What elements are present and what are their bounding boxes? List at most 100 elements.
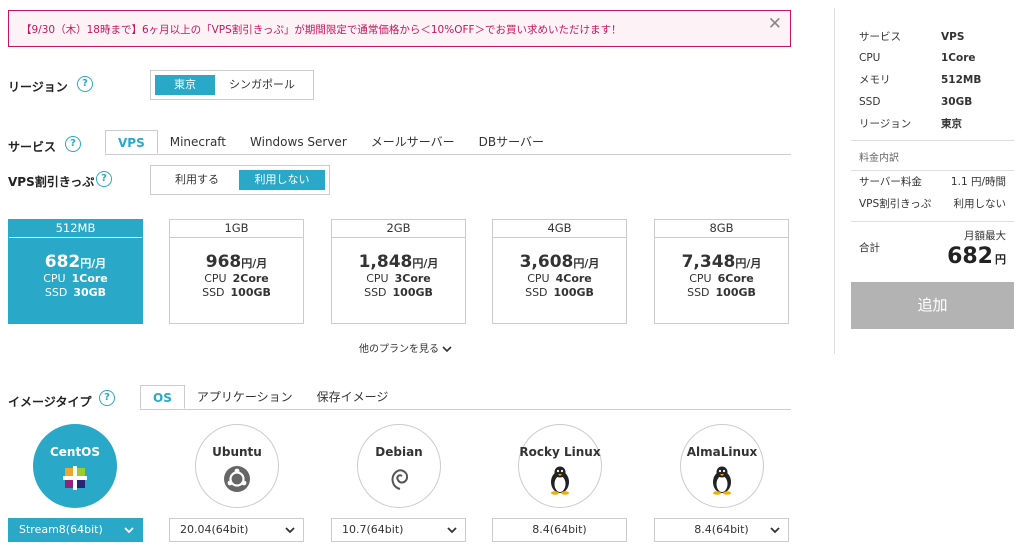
plan-card-8gb[interactable]: 8GB 7,348円/月 CPU 6Core SSD 100GB (654, 219, 789, 324)
chevron-down-icon (285, 527, 295, 534)
plan-memory: 8GB (655, 220, 788, 238)
os-version-select-almalinux[interactable]: 8.4(64bit) (654, 518, 789, 542)
region-label: リージョン (8, 80, 68, 94)
tab-minecraft[interactable]: Minecraft (158, 130, 238, 154)
plan-cpu: CPU 1Core (43, 272, 108, 285)
os-version-select-rocky-linux[interactable]: 8.4(64bit) (492, 518, 627, 542)
plan-card-4gb[interactable]: 4GB 3,608円/月 CPU 4Core SSD 100GB (492, 219, 627, 324)
plan-cpu: CPU 4Core (527, 272, 592, 285)
plan-configurator: 【9/30（木）18時まで】6ヶ月以上の「VPS割引きっぷ」が期間限定で通常価格… (0, 0, 800, 551)
plan-ssd: SSD 100GB (687, 286, 756, 299)
tab-saved-image[interactable]: 保存イメージ (305, 385, 401, 409)
os-version-select-centos[interactable]: Stream8(64bit) (8, 518, 143, 542)
summary-row-memory: メモリ 512MB (859, 73, 982, 87)
os-version-select-ubuntu[interactable]: 20.04(64bit) (169, 518, 304, 542)
fee-row-server: サーバー料金 1.1 円/時間 (859, 176, 1006, 189)
os-option-ubuntu[interactable]: Ubuntu (195, 424, 279, 508)
os-option-debian[interactable]: Debian (357, 424, 441, 508)
tab-application[interactable]: アプリケーション (185, 385, 305, 409)
tux-penguin-icon (551, 466, 569, 495)
tab-windows-server[interactable]: Windows Server (238, 130, 359, 154)
help-icon[interactable]: ? (65, 136, 81, 152)
plan-ssd: SSD 30GB (44, 286, 107, 299)
region-option-tokyo[interactable]: 東京 (155, 75, 215, 95)
plan-cpu: CPU 6Core (689, 272, 754, 285)
discount-option-use[interactable]: 利用する (155, 170, 239, 190)
summary-row-service: サービス VPS (859, 30, 965, 44)
plan-ssd: SSD 100GB (364, 286, 433, 299)
os-version-value: 8.4(64bit) (694, 523, 749, 536)
total-label: 合計 (859, 241, 880, 254)
order-summary: サービス VPS CPU 1Core メモリ 512MB SSD 30GB リー… (851, 8, 1014, 273)
plan-card-512mb[interactable]: 512MB 682円/月 CPU 1Core SSD 30GB (8, 219, 143, 324)
tab-vps[interactable]: VPS (105, 130, 158, 154)
image-type-label: イメージタイプ (8, 395, 92, 409)
fee-breakdown: サーバー料金 1.1 円/時間 VPS割引きっぷ 利用しない (851, 169, 1014, 215)
os-option-almalinux[interactable]: AlmaLinux (680, 424, 764, 508)
plan-price: 3,608円/月 (519, 252, 600, 272)
plan-memory: 2GB (332, 220, 465, 238)
discount-label: VPS割引きっぷ (8, 175, 95, 189)
os-option-rocky-linux[interactable]: Rocky Linux (518, 424, 602, 508)
os-version-value: 10.7(64bit) (342, 523, 404, 536)
region-option-singapore[interactable]: シンガポール (215, 75, 309, 95)
help-icon[interactable]: ? (77, 76, 93, 92)
os-name: CentOS (49, 445, 101, 459)
chevron-down-icon (124, 527, 134, 534)
plan-price: 968円/月 (205, 252, 268, 272)
plan-memory: 4GB (493, 220, 626, 238)
fee-breakdown-title: 料金内訳 (859, 152, 899, 164)
plan-memory: 512MB (9, 220, 142, 238)
summary-row-cpu: CPU 1Core (859, 52, 976, 65)
os-version-value: Stream8(64bit) (19, 523, 103, 536)
chevron-down-icon (442, 346, 452, 353)
os-version-select-debian[interactable]: 10.7(64bit) (331, 518, 466, 542)
chevron-down-icon (770, 527, 780, 534)
plan-cpu: CPU 3Core (366, 272, 431, 285)
plan-price: 1,848円/月 (358, 252, 439, 272)
os-name: Ubuntu (212, 445, 262, 459)
chevron-down-icon (447, 527, 457, 534)
plan-price: 682円/月 (44, 252, 107, 272)
campaign-banner-text: 【9/30（木）18時まで】6ヶ月以上の「VPS割引きっぷ」が期間限定で通常価格… (21, 24, 622, 36)
sidebar-divider (834, 8, 835, 354)
os-name: AlmaLinux (686, 445, 758, 459)
close-icon[interactable]: ✕ (768, 14, 782, 34)
service-label: サービス (8, 140, 57, 154)
campaign-banner: 【9/30（木）18時まで】6ヶ月以上の「VPS割引きっぷ」が期間限定で通常価格… (8, 10, 791, 47)
more-plans-link[interactable]: 他のプランを見る (359, 340, 452, 355)
summary-row-ssd: SSD 30GB (859, 95, 973, 108)
centos-logo-icon (63, 466, 87, 490)
fee-row-discount: VPS割引きっぷ 利用しない (859, 198, 1006, 211)
plan-memory: 1GB (170, 220, 303, 238)
summary-spec-list: サービス VPS CPU 1Core メモリ 512MB SSD 30GB リー… (851, 8, 1014, 134)
help-icon[interactable]: ? (99, 390, 115, 406)
total-amount: 682 円 (947, 243, 1006, 269)
summary-row-region: リージョン 東京 (859, 117, 962, 130)
more-plans-label: 他のプランを見る (359, 344, 439, 355)
os-name: Rocky Linux (519, 445, 601, 459)
plan-ssd: SSD 100GB (525, 286, 594, 299)
image-type-tabs: OS アプリケーション 保存イメージ (140, 385, 791, 410)
help-icon[interactable]: ? (96, 171, 112, 187)
os-version-value: 20.04(64bit) (180, 523, 249, 536)
tab-mail-server[interactable]: メールサーバー (359, 130, 467, 154)
plan-cpu: CPU 2Core (204, 272, 269, 285)
tab-os[interactable]: OS (140, 385, 185, 409)
plan-card-1gb[interactable]: 1GB 968円/月 CPU 2Core SSD 100GB (169, 219, 304, 324)
plan-price: 7,348円/月 (681, 252, 762, 272)
tab-db-server[interactable]: DBサーバー (467, 130, 556, 154)
region-toggle: 東京 シンガポール (150, 70, 314, 100)
tux-penguin-icon (713, 466, 731, 495)
discount-option-no-use[interactable]: 利用しない (239, 170, 325, 190)
service-tabs: VPS Minecraft Windows Server メールサーバー DBサ… (105, 130, 791, 155)
os-option-centos[interactable]: CentOS (33, 424, 117, 508)
debian-swirl-icon (391, 469, 409, 490)
plan-card-2gb[interactable]: 2GB 1,848円/月 CPU 3Core SSD 100GB (331, 219, 466, 324)
add-button[interactable]: 追加 (851, 282, 1014, 329)
os-name: Debian (375, 445, 423, 459)
os-version-value: 8.4(64bit) (532, 523, 587, 536)
discount-toggle: 利用する 利用しない (150, 165, 330, 195)
ubuntu-logo-icon (224, 466, 250, 492)
total-box: 合計 月額最大 682 円 (851, 220, 1014, 273)
